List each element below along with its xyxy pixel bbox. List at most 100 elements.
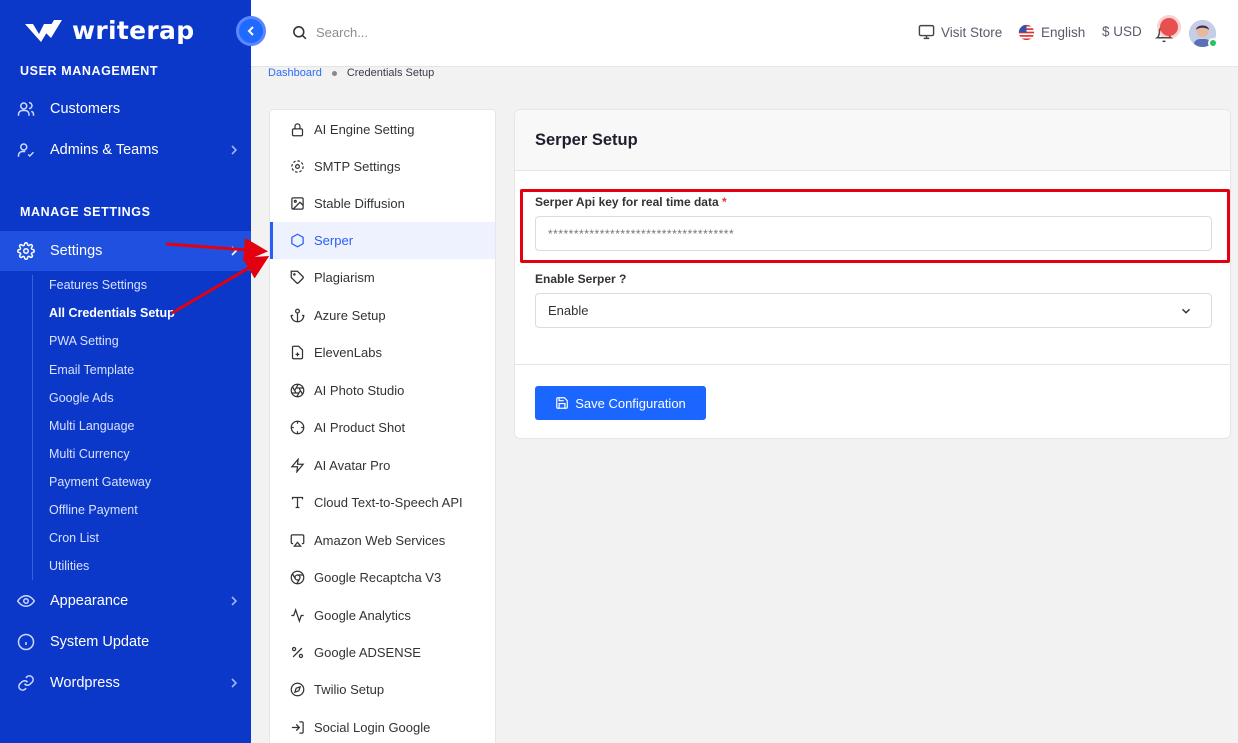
sidebar-item-appearance[interactable]: Appearance bbox=[0, 581, 251, 621]
submenu-email-template[interactable]: Email Template bbox=[49, 363, 134, 377]
aperture-icon bbox=[290, 383, 305, 398]
gear-icon bbox=[17, 242, 35, 260]
info-icon bbox=[17, 633, 35, 651]
sidebar-item-label: Settings bbox=[50, 243, 103, 259]
currency-selector[interactable]: $ USD bbox=[1102, 24, 1142, 39]
menu-item-twilio-setup[interactable]: Twilio Setup bbox=[270, 671, 495, 708]
breadcrumb-dashboard-link[interactable]: Dashboard bbox=[268, 67, 322, 79]
hexagon-icon bbox=[290, 233, 305, 248]
chrome-icon bbox=[290, 570, 305, 585]
compass-icon bbox=[290, 682, 305, 697]
visit-store-label: Visit Store bbox=[941, 24, 1003, 40]
sidebar-item-wordpress[interactable]: Wordpress bbox=[0, 663, 251, 703]
sidebar-item-system-update[interactable]: System Update bbox=[0, 622, 251, 662]
enable-serper-label: Enable Serper ? bbox=[535, 272, 627, 286]
serper-setup-card: Serper Setup Serper Api key for real tim… bbox=[514, 109, 1231, 439]
submenu-all-credentials-setup[interactable]: All Credentials Setup bbox=[49, 306, 175, 320]
sidebar: writerap USER MANAGEMENT Customers Admin… bbox=[0, 0, 251, 743]
menu-item-label: SMTP Settings bbox=[314, 159, 401, 174]
sidebar-item-settings[interactable]: Settings bbox=[0, 231, 251, 271]
gear-icon bbox=[290, 159, 305, 174]
submenu-google-ads[interactable]: Google Ads bbox=[49, 391, 114, 405]
menu-item-amazon-web-services[interactable]: Amazon Web Services bbox=[270, 522, 495, 559]
file-plus-icon bbox=[290, 345, 305, 360]
chevron-right-icon bbox=[231, 596, 238, 606]
user-avatar[interactable] bbox=[1189, 20, 1218, 48]
card-divider bbox=[515, 364, 1230, 365]
sidebar-item-customers[interactable]: Customers bbox=[0, 89, 251, 129]
type-icon bbox=[290, 495, 305, 510]
sidebar-collapse-button[interactable] bbox=[236, 16, 266, 46]
sidebar-item-admins-teams[interactable]: Admins & Teams bbox=[0, 130, 251, 170]
visit-store-link[interactable]: Visit Store bbox=[918, 24, 1002, 40]
api-key-label: Serper Api key for real time data * bbox=[535, 195, 727, 209]
percent-icon bbox=[290, 645, 305, 660]
notifications-button[interactable] bbox=[1155, 18, 1178, 44]
menu-item-cloud-text-to-speech[interactable]: Cloud Text-to-Speech API bbox=[270, 484, 495, 521]
brand-name: writerap bbox=[72, 16, 195, 45]
chevron-left-icon bbox=[247, 26, 254, 36]
search-box[interactable] bbox=[291, 24, 456, 41]
us-flag-icon bbox=[1018, 24, 1035, 41]
save-icon bbox=[556, 397, 569, 409]
menu-item-stable-diffusion[interactable]: Stable Diffusion bbox=[270, 185, 495, 222]
eye-icon bbox=[17, 592, 35, 610]
submenu-guide-line bbox=[32, 275, 33, 580]
anchor-icon bbox=[290, 308, 305, 323]
submenu-utilities[interactable]: Utilities bbox=[49, 559, 89, 573]
menu-item-elevenlabs[interactable]: ElevenLabs bbox=[270, 334, 495, 371]
search-input[interactable] bbox=[316, 25, 456, 40]
crosshair-icon bbox=[290, 420, 305, 435]
menu-item-google-analytics[interactable]: Google Analytics bbox=[270, 597, 495, 634]
submenu-multi-language[interactable]: Multi Language bbox=[49, 419, 134, 433]
sidebar-item-label: Admins & Teams bbox=[50, 142, 159, 158]
menu-item-label: Stable Diffusion bbox=[314, 196, 405, 211]
menu-item-ai-photo-studio[interactable]: AI Photo Studio bbox=[270, 372, 495, 409]
menu-item-azure-setup[interactable]: Azure Setup bbox=[270, 297, 495, 334]
api-key-label-text: Serper Api key for real time data bbox=[535, 195, 719, 209]
menu-item-label: Amazon Web Services bbox=[314, 533, 446, 548]
save-configuration-button[interactable]: Save Configuration bbox=[535, 386, 706, 420]
user-check-icon bbox=[17, 141, 35, 159]
brand-logo[interactable]: writerap bbox=[24, 16, 194, 45]
menu-item-label: Google ADSENSE bbox=[314, 645, 421, 660]
submenu-multi-currency[interactable]: Multi Currency bbox=[49, 447, 130, 461]
submenu-payment-gateway[interactable]: Payment Gateway bbox=[49, 475, 151, 489]
section-manage-settings: MANAGE SETTINGS bbox=[20, 205, 151, 219]
chevron-right-icon bbox=[231, 246, 238, 256]
submenu-cron-list[interactable]: Cron List bbox=[49, 531, 99, 545]
language-selector[interactable]: English bbox=[1018, 24, 1085, 41]
breadcrumb-separator bbox=[331, 70, 337, 76]
breadcrumb: Dashboard Credentials Setup bbox=[268, 67, 434, 79]
menu-item-ai-engine-setting[interactable]: AI Engine Setting bbox=[270, 111, 495, 148]
api-key-input[interactable]: ************************************ bbox=[535, 216, 1212, 251]
submenu-offline-payment[interactable]: Offline Payment bbox=[49, 503, 138, 517]
sidebar-item-label: Appearance bbox=[50, 593, 129, 609]
log-in-icon bbox=[290, 720, 305, 735]
menu-item-label: Cloud Text-to-Speech API bbox=[314, 495, 463, 510]
menu-item-label: AI Product Shot bbox=[314, 420, 406, 435]
sidebar-item-label: Wordpress bbox=[50, 675, 120, 691]
menu-item-social-login-google[interactable]: Social Login Google bbox=[270, 709, 495, 743]
menu-item-google-adsense[interactable]: Google ADSENSE bbox=[270, 634, 495, 671]
menu-item-plagiarism[interactable]: Plagiarism bbox=[270, 259, 495, 296]
menu-item-ai-product-shot[interactable]: AI Product Shot bbox=[270, 409, 495, 446]
sidebar-item-label: Customers bbox=[50, 101, 121, 117]
lock-icon bbox=[290, 122, 305, 137]
submenu-features-settings[interactable]: Features Settings bbox=[49, 278, 147, 292]
enable-serper-select[interactable]: Enable bbox=[535, 293, 1212, 328]
menu-item-label: Google Analytics bbox=[314, 608, 411, 623]
menu-item-label: Azure Setup bbox=[314, 308, 386, 323]
menu-item-google-recaptcha[interactable]: Google Recaptcha V3 bbox=[270, 559, 495, 596]
menu-item-label: AI Photo Studio bbox=[314, 383, 405, 398]
currency-label: $ USD bbox=[1102, 24, 1142, 39]
menu-item-ai-avatar-pro[interactable]: AI Avatar Pro bbox=[270, 447, 495, 484]
credentials-menu-panel: AI Engine Setting SMTP Settings Stable D… bbox=[269, 109, 496, 743]
menu-item-label: ElevenLabs bbox=[314, 345, 382, 360]
users-icon bbox=[17, 100, 35, 118]
search-icon bbox=[293, 26, 307, 40]
activity-icon bbox=[290, 608, 305, 623]
submenu-pwa-setting[interactable]: PWA Setting bbox=[49, 334, 119, 348]
menu-item-serper[interactable]: Serper bbox=[270, 222, 495, 259]
menu-item-smtp-settings[interactable]: SMTP Settings bbox=[270, 148, 495, 185]
